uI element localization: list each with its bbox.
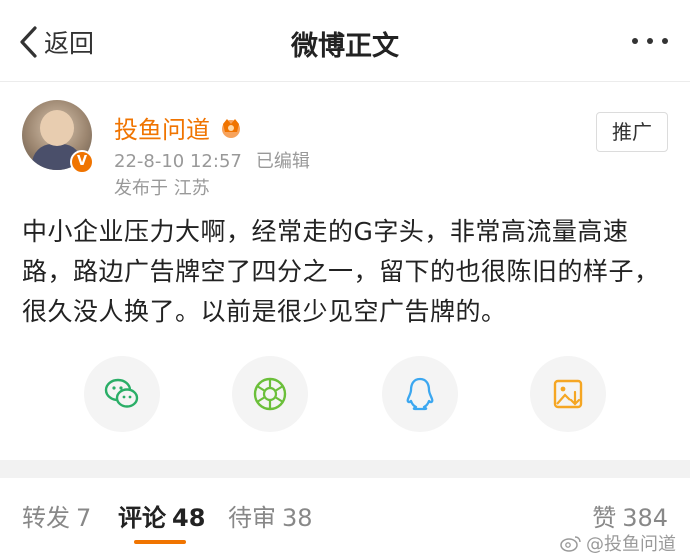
tab-pending-label: 待审 <box>228 504 276 532</box>
tab-comments-label: 评论 <box>118 504 166 532</box>
post-location: 发布于 江苏 <box>114 178 210 199</box>
tab-pending-count: 38 <box>282 504 313 532</box>
more-options-icon[interactable] <box>632 38 668 44</box>
share-row <box>0 356 690 436</box>
active-tab-indicator <box>134 540 186 544</box>
edited-label[interactable]: 已编辑 <box>256 151 310 172</box>
qq-icon <box>406 377 434 411</box>
section-divider <box>0 460 690 478</box>
tab-comments[interactable]: 评论 48 <box>118 498 205 533</box>
weibo-logo-icon <box>560 536 581 552</box>
tab-repost[interactable]: 转发 7 <box>22 498 91 533</box>
save-image-icon <box>553 379 583 409</box>
author-name[interactable]: 投鱼问道 <box>114 110 210 145</box>
save-image-button[interactable] <box>530 356 606 432</box>
verified-badge-icon: V <box>70 150 94 174</box>
page-title: 微博正文 <box>291 31 399 62</box>
author-header: V 投鱼问道 22-8-10 12:57 已编辑 发布于 江苏 推广 <box>22 100 668 200</box>
share-qq-button[interactable] <box>382 356 458 432</box>
top-nav-bar: 返回 微博正文 <box>0 0 690 82</box>
post-text: 中小企业压力大啊，经常走的G字头，非常高流量高速路，路边广告牌空了四分之一，留下… <box>22 217 660 326</box>
tab-comments-count: 48 <box>172 504 206 532</box>
interaction-tabs: 转发 7 评论 48 待审 38 赞 384 @投鱼问道 <box>0 478 690 558</box>
moments-icon <box>253 377 287 411</box>
tab-likes-count: 384 <box>622 504 668 532</box>
tab-repost-count: 7 <box>76 504 92 532</box>
watermark-text: @投鱼问道 <box>586 534 676 555</box>
post-date: 22-8-10 12:57 <box>114 151 242 172</box>
tab-likes[interactable]: 赞 384 <box>592 498 668 533</box>
tab-pending[interactable]: 待审 38 <box>228 498 313 533</box>
promote-button[interactable]: 推广 <box>596 112 668 152</box>
tab-repost-label: 转发 <box>22 504 70 532</box>
share-wechat-button[interactable] <box>84 356 160 432</box>
tab-likes-label: 赞 <box>592 504 617 532</box>
share-moments-button[interactable] <box>232 356 308 432</box>
crown-badge-icon <box>222 118 240 138</box>
wechat-icon <box>104 378 139 408</box>
watermark: @投鱼问道 <box>560 530 676 556</box>
